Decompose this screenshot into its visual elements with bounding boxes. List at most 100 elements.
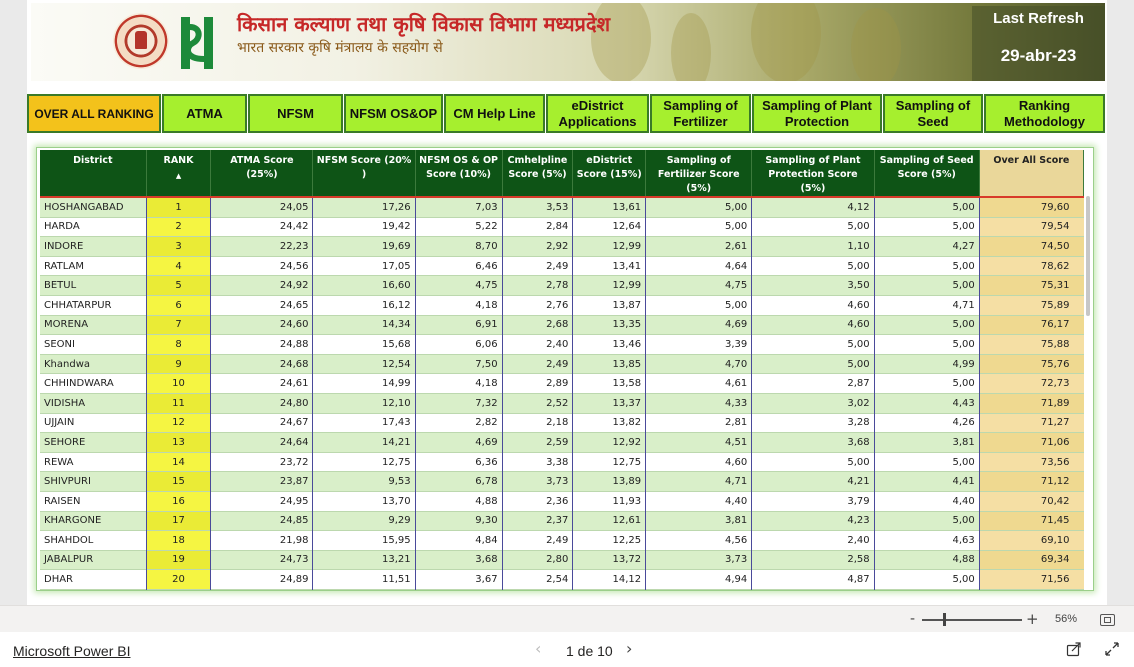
- score-cell: 5,00: [874, 256, 980, 276]
- table-row[interactable]: CHHINDWARA 10 24,61 14,99 4,18 2,89 13,58 4,61 2…: [40, 373, 1084, 394]
- score-cell: 4,69: [645, 315, 753, 335]
- score-cell: 2,78: [502, 275, 574, 296]
- zoom-level: 56%: [1055, 613, 1078, 625]
- district-cell: SHAHDOL: [40, 530, 147, 551]
- table-row[interactable]: MORENA 7 24,60 14,34 6,91 2,68 13,35 4,69 4,60 5,…: [40, 315, 1084, 335]
- score-cell: 13,70: [312, 491, 416, 511]
- tab-cm-help-line[interactable]: CM Help Line: [444, 94, 545, 133]
- tab-nfsm[interactable]: NFSM: [248, 94, 343, 133]
- next-page-icon[interactable]: ›: [626, 639, 632, 658]
- zoom-out-button[interactable]: -: [910, 611, 915, 627]
- score-cell: 4,23: [751, 511, 875, 531]
- share-icon[interactable]: [1066, 641, 1082, 657]
- tab-sampling-seed[interactable]: Sampling of Seed: [883, 94, 983, 133]
- score-cell: 2,61: [645, 236, 753, 257]
- score-cell: 16,60: [312, 275, 416, 296]
- score-cell: 14,12: [572, 569, 647, 590]
- score-cell: 2,92: [502, 236, 574, 257]
- table-row[interactable]: INDORE 3 22,23 19,69 8,70 2,92 12,99 2,61 1,10 4,…: [40, 236, 1084, 257]
- score-cell: 12,75: [312, 452, 416, 472]
- score-cell: 4,60: [751, 295, 875, 316]
- score-cell: 4,69: [415, 432, 503, 453]
- table-row[interactable]: SHIVPURI 15 23,87 9,53 6,78 3,73 13,89 4,71 4,21…: [40, 471, 1084, 492]
- score-cell: 24,95: [210, 491, 314, 511]
- score-cell: 12,75: [572, 452, 647, 472]
- column-header-rank[interactable]: RANK ▲: [146, 150, 212, 198]
- score-cell: 24,64: [210, 432, 314, 453]
- score-cell: 2,52: [502, 393, 574, 414]
- table-row[interactable]: JABALPUR 19 24,73 13,21 3,68 2,80 13,72 3,73 2,5…: [40, 550, 1084, 570]
- footer-bar: Microsoft Power BI ‹ 1 de 10 ›: [0, 632, 1134, 667]
- score-cell: 24,56: [210, 256, 314, 276]
- column-header-overall[interactable]: Over All Score: [979, 150, 1085, 198]
- table-row[interactable]: SHAHDOL 18 21,98 15,95 4,84 2,49 12,25 4,56 2,40…: [40, 530, 1084, 551]
- score-cell: 5,00: [751, 354, 875, 374]
- table-row[interactable]: REWA 14 23,72 12,75 6,36 3,38 12,75 4,60 5,00 5,0…: [40, 452, 1084, 472]
- score-cell: 2,68: [502, 315, 574, 335]
- score-cell: 4,84: [415, 530, 503, 551]
- tab-atma[interactable]: ATMA: [162, 94, 247, 133]
- column-header-cmhelpline[interactable]: Cmhelpline Score (5%): [502, 150, 574, 198]
- score-cell: 12,10: [312, 393, 416, 414]
- table-row[interactable]: KHARGONE 17 24,85 9,29 9,30 2,37 12,61 3,81 4,23…: [40, 511, 1084, 531]
- tab-over-all-ranking[interactable]: OVER ALL RANKING: [27, 94, 161, 133]
- emblem-icon: [113, 13, 169, 69]
- score-cell: 4,27: [874, 236, 980, 257]
- rank-cell: 5: [146, 275, 212, 296]
- kisan-logo-icon: [181, 17, 213, 69]
- zoom-in-button[interactable]: +: [1026, 610, 1039, 628]
- score-cell: 12,99: [572, 236, 647, 257]
- tab-ranking-methodology[interactable]: Ranking Methodology: [984, 94, 1105, 133]
- tab-edistrict-applications[interactable]: eDistrict Applications: [546, 94, 649, 133]
- table-row[interactable]: VIDISHA 11 24,80 12,10 7,32 2,52 13,37 4,33 3,02…: [40, 393, 1084, 414]
- table-row[interactable]: CHHATARPUR 6 24,65 16,12 4,18 2,76 13,87 5,00 4,…: [40, 295, 1084, 316]
- powerbi-link[interactable]: Microsoft Power BI: [13, 643, 130, 659]
- district-cell: SHIVPURI: [40, 471, 147, 492]
- tab-nfsm-osop[interactable]: NFSM OS&OP: [344, 94, 443, 133]
- score-cell: 6,91: [415, 315, 503, 335]
- score-cell: 2,49: [502, 354, 574, 374]
- table-row[interactable]: UJJAIN 12 24,67 17,43 2,82 2,18 13,82 2,81 3,28 4…: [40, 413, 1084, 433]
- column-header-atma[interactable]: ATMA Score (25%): [210, 150, 314, 198]
- column-header-sampling-seed[interactable]: Sampling of Seed Score (5%): [874, 150, 980, 198]
- table-row[interactable]: BETUL 5 24,92 16,60 4,75 2,78 12,99 4,75 3,50 5,0…: [40, 275, 1084, 296]
- score-cell: 5,00: [645, 295, 753, 316]
- column-header-nfsm-osop[interactable]: NFSM OS & OP Score (10%): [415, 150, 503, 198]
- column-header-district[interactable]: District: [40, 150, 147, 198]
- table-row[interactable]: DHAR 20 24,89 11,51 3,67 2,54 14,12 4,94 4,87 5,0…: [40, 569, 1084, 590]
- score-cell: 2,37: [502, 511, 574, 531]
- vertical-scrollbar[interactable]: [1086, 196, 1090, 316]
- score-cell: 4,12: [751, 197, 875, 218]
- zoom-slider[interactable]: [922, 619, 1022, 621]
- column-header-edistrict[interactable]: eDistrict Score (15%): [572, 150, 647, 198]
- district-cell: KHARGONE: [40, 511, 147, 531]
- table-row[interactable]: HOSHANGABAD 1 24,05 17,26 7,03 3,53 13,61 5,00 4…: [40, 197, 1084, 218]
- overall-score-cell: 71,27: [979, 413, 1084, 433]
- table-row[interactable]: Khandwa 9 24,68 12,54 7,50 2,49 13,85 4,70 5,00 4…: [40, 354, 1084, 374]
- overall-score-cell: 71,89: [979, 393, 1084, 414]
- fit-to-page-icon[interactable]: [1100, 614, 1115, 626]
- overall-score-cell: 75,88: [979, 334, 1084, 355]
- score-cell: 4,51: [645, 432, 753, 453]
- district-cell: UJJAIN: [40, 413, 147, 433]
- table-row[interactable]: SEHORE 13 24,64 14,21 4,69 2,59 12,92 4,51 3,68 3…: [40, 432, 1084, 453]
- table-row[interactable]: SEONI 8 24,88 15,68 6,06 2,40 13,46 3,39 5,00 5,0…: [40, 334, 1084, 355]
- score-cell: 24,65: [210, 295, 314, 316]
- score-cell: 4,26: [874, 413, 980, 433]
- score-cell: 11,51: [312, 569, 416, 590]
- previous-page-icon[interactable]: ‹: [535, 639, 541, 658]
- district-cell: HOSHANGABAD: [40, 197, 147, 218]
- score-cell: 4,88: [874, 550, 980, 570]
- table-row[interactable]: RAISEN 16 24,95 13,70 4,88 2,36 11,93 4,40 3,79 4…: [40, 491, 1084, 511]
- score-cell: 3,67: [415, 569, 503, 590]
- table-row[interactable]: RATLAM 4 24,56 17,05 6,46 2,49 13,41 4,64 5,00 5,…: [40, 256, 1084, 276]
- column-header-nfsm[interactable]: NFSM Score (20% ): [312, 150, 416, 198]
- fullscreen-icon[interactable]: [1104, 641, 1120, 657]
- tab-sampling-plant-protection[interactable]: Sampling of Plant Protection: [752, 94, 882, 133]
- column-header-sampling-fertilizer[interactable]: Sampling of Fertilizer Score (5%): [645, 150, 753, 198]
- table-row[interactable]: HARDA 2 24,42 19,42 5,22 2,84 12,64 5,00 5,00 5,0…: [40, 217, 1084, 237]
- rank-cell: 17: [146, 511, 212, 531]
- tab-sampling-fertilizer[interactable]: Sampling of Fertilizer: [650, 94, 751, 133]
- zoom-slider-thumb[interactable]: [943, 613, 946, 626]
- column-header-sampling-plant[interactable]: Sampling of Plant Protection Score (5%): [751, 150, 875, 198]
